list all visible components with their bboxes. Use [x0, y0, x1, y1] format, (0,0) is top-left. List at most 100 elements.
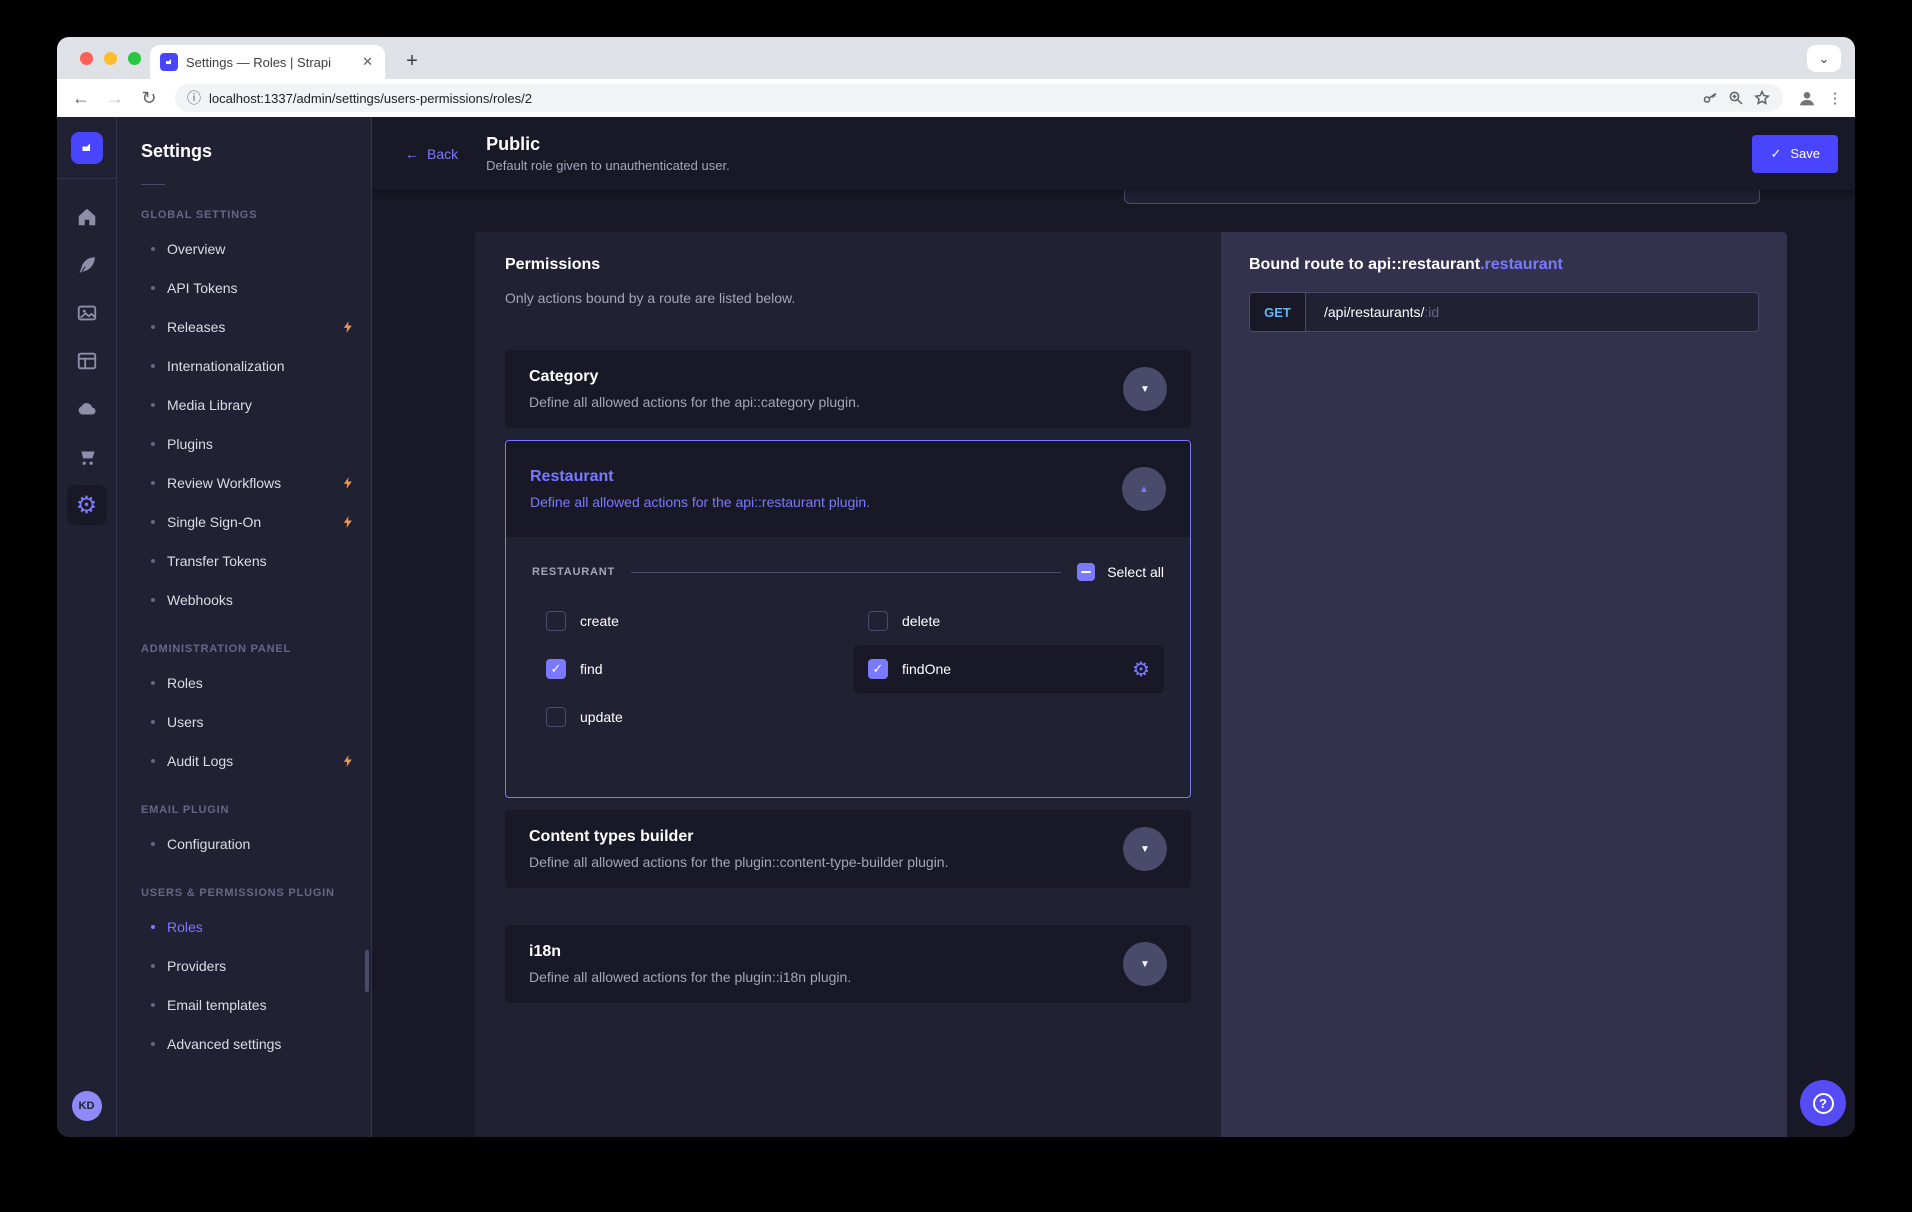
findone-checkbox[interactable]: ✓ [868, 659, 888, 679]
strapi-logo[interactable] [71, 132, 103, 164]
http-method-badge: GET [1250, 293, 1306, 331]
browser-tab[interactable]: Settings — Roles | Strapi ✕ [150, 45, 385, 79]
permission-create[interactable]: create [532, 597, 842, 645]
permissions-title: Permissions [505, 256, 1191, 274]
permission-delete[interactable]: delete [854, 597, 1164, 645]
premium-bolt-icon [341, 476, 355, 490]
create-checkbox[interactable] [546, 611, 566, 631]
sidebar-item-single-sign-on[interactable]: Single Sign-On [117, 502, 371, 541]
back-link[interactable]: ← Back [405, 146, 458, 162]
sidebar-item-users[interactable]: Users [117, 702, 371, 741]
findone-settings-gear-icon[interactable]: ⚙ [1132, 659, 1150, 679]
settings-sidebar: Settings GLOBAL SETTINGS Overview API To… [117, 117, 372, 1137]
chevron-up-icon[interactable]: ▲ [1122, 467, 1166, 511]
sidebar-item-providers[interactable]: Providers [117, 946, 371, 985]
marketplace-cart-icon[interactable] [57, 433, 117, 481]
browser-menu-icon[interactable]: ⋮ [1825, 96, 1845, 101]
accordion-email-header[interactable]: Email Define all allowed actions for the… [505, 900, 518, 913]
sidebar-item-advanced-settings[interactable]: Advanced settings [117, 1024, 371, 1063]
tab-close-icon[interactable]: ✕ [360, 54, 375, 70]
content-type-builder-icon[interactable] [57, 337, 117, 385]
url-text: localhost:1337/admin/settings/users-perm… [209, 91, 532, 106]
home-icon[interactable] [57, 193, 117, 241]
traffic-lights [80, 52, 141, 65]
chevron-down-icon[interactable]: ▼ [1123, 942, 1167, 986]
main-area: ← Back Public Default role given to unau… [372, 117, 1855, 1137]
save-button[interactable]: ✓ Save [1752, 135, 1838, 173]
settings-gear-icon[interactable]: ⚙ [57, 481, 117, 529]
sidebar-item-media-library[interactable]: Media Library [117, 385, 371, 424]
forward-icon[interactable]: → [101, 84, 129, 112]
browser-window: Settings — Roles | Strapi ✕ + ⌄ ← → ↻ ⓘ … [57, 37, 1855, 1137]
sidebar-item-api-tokens[interactable]: API Tokens [117, 268, 371, 307]
browser-profile-avatar[interactable] [1795, 86, 1819, 110]
permission-findone[interactable]: ✓ findOne ⚙ [854, 645, 1164, 693]
site-info-icon[interactable]: ⓘ [187, 88, 201, 108]
address-bar[interactable]: ⓘ localhost:1337/admin/settings/users-pe… [175, 84, 1783, 112]
check-icon: ✓ [1770, 146, 1781, 162]
find-checkbox[interactable]: ✓ [546, 659, 566, 679]
password-key-icon[interactable] [1701, 89, 1719, 107]
sidebar-item-admin-roles[interactable]: Roles [117, 663, 371, 702]
back-icon[interactable]: ← [67, 84, 95, 112]
minimize-window-button[interactable] [104, 52, 117, 65]
reload-icon[interactable]: ↻ [135, 84, 163, 112]
accordion-content-types-builder: Content types builder Define all allowed… [505, 810, 1191, 888]
update-checkbox[interactable] [546, 707, 566, 727]
permissions-panel: Permissions Only actions bound by a rout… [475, 232, 1221, 1137]
close-window-button[interactable] [80, 52, 93, 65]
sidebar-item-releases[interactable]: Releases [117, 307, 371, 346]
sidebar-item-webhooks[interactable]: Webhooks [117, 580, 371, 619]
accordion-category: Category Define all allowed actions for … [505, 350, 1191, 428]
section-heading-global: GLOBAL SETTINGS [141, 209, 371, 221]
sidebar-item-email-templates[interactable]: Email templates [117, 985, 371, 1024]
question-mark-icon: ? [1813, 1093, 1834, 1114]
browser-toolbar: ← → ↻ ⓘ localhost:1337/admin/settings/us… [57, 79, 1855, 117]
premium-bolt-icon [341, 515, 355, 529]
route-display: GET /api/restaurants/:id [1249, 292, 1759, 332]
sidebar-item-plugins[interactable]: Plugins [117, 424, 371, 463]
media-library-icon[interactable] [57, 289, 117, 337]
chevron-down-icon[interactable]: ▼ [1123, 367, 1167, 411]
deploy-cloud-icon[interactable] [57, 385, 117, 433]
help-button[interactable]: ? [1800, 1080, 1846, 1126]
route-path: /api/restaurants/:id [1306, 293, 1439, 331]
page-subtitle: Default role given to unauthenticated us… [486, 158, 730, 173]
bookmark-star-icon[interactable] [1753, 89, 1771, 107]
user-avatar[interactable]: KD [72, 1091, 102, 1121]
select-all-checkbox[interactable] [1077, 563, 1095, 581]
accordion-i18n-header[interactable]: i18n Define all allowed actions for the … [505, 925, 1191, 1003]
tab-search-chevron-icon[interactable]: ⌄ [1807, 45, 1841, 72]
delete-checkbox[interactable] [868, 611, 888, 631]
description-field-partial[interactable] [1124, 190, 1760, 204]
select-all-control[interactable]: Select all [1077, 563, 1164, 581]
sidebar-item-configuration[interactable]: Configuration [117, 824, 371, 863]
strapi-app: ⚙ KD Settings GLOBAL SETTINGS Overview A… [57, 117, 1855, 1137]
accordion-restaurant-header[interactable]: Restaurant Define all allowed actions fo… [506, 441, 1190, 537]
sidebar-item-internationalization[interactable]: Internationalization [117, 346, 371, 385]
sidebar-scrollbar[interactable] [365, 950, 369, 992]
sidebar-item-audit-logs[interactable]: Audit Logs [117, 741, 371, 780]
section-heading-email-plugin: EMAIL PLUGIN [141, 804, 371, 816]
zoom-in-icon[interactable] [1727, 89, 1745, 107]
nav-rail: ⚙ KD [57, 117, 117, 1137]
sidebar-item-review-workflows[interactable]: Review Workflows [117, 463, 371, 502]
premium-bolt-icon [341, 320, 355, 334]
accordion-restaurant: Restaurant Define all allowed actions fo… [505, 440, 1191, 798]
bound-route-title: Bound route to api::restaurant.restauran… [1249, 256, 1759, 274]
chevron-down-icon[interactable]: ▼ [1123, 827, 1167, 871]
permission-find[interactable]: ✓ find [532, 645, 842, 693]
accordion-ctb-header[interactable]: Content types builder Define all allowed… [505, 810, 1191, 888]
restaurant-permissions-body: RESTAURANT Select all [506, 537, 1190, 797]
sidebar-item-up-roles[interactable]: Roles [117, 907, 371, 946]
new-tab-button[interactable]: + [399, 50, 425, 73]
sidebar-item-transfer-tokens[interactable]: Transfer Tokens [117, 541, 371, 580]
content-manager-feather-icon[interactable] [57, 241, 117, 289]
zoom-window-button[interactable] [128, 52, 141, 65]
group-label: RESTAURANT [532, 566, 615, 578]
back-arrow-icon: ← [405, 146, 419, 162]
accordion-i18n: i18n Define all allowed actions for the … [505, 925, 1191, 1003]
sidebar-item-overview[interactable]: Overview [117, 229, 371, 268]
accordion-category-header[interactable]: Category Define all allowed actions for … [505, 350, 1191, 428]
permission-update[interactable]: update [532, 693, 842, 741]
